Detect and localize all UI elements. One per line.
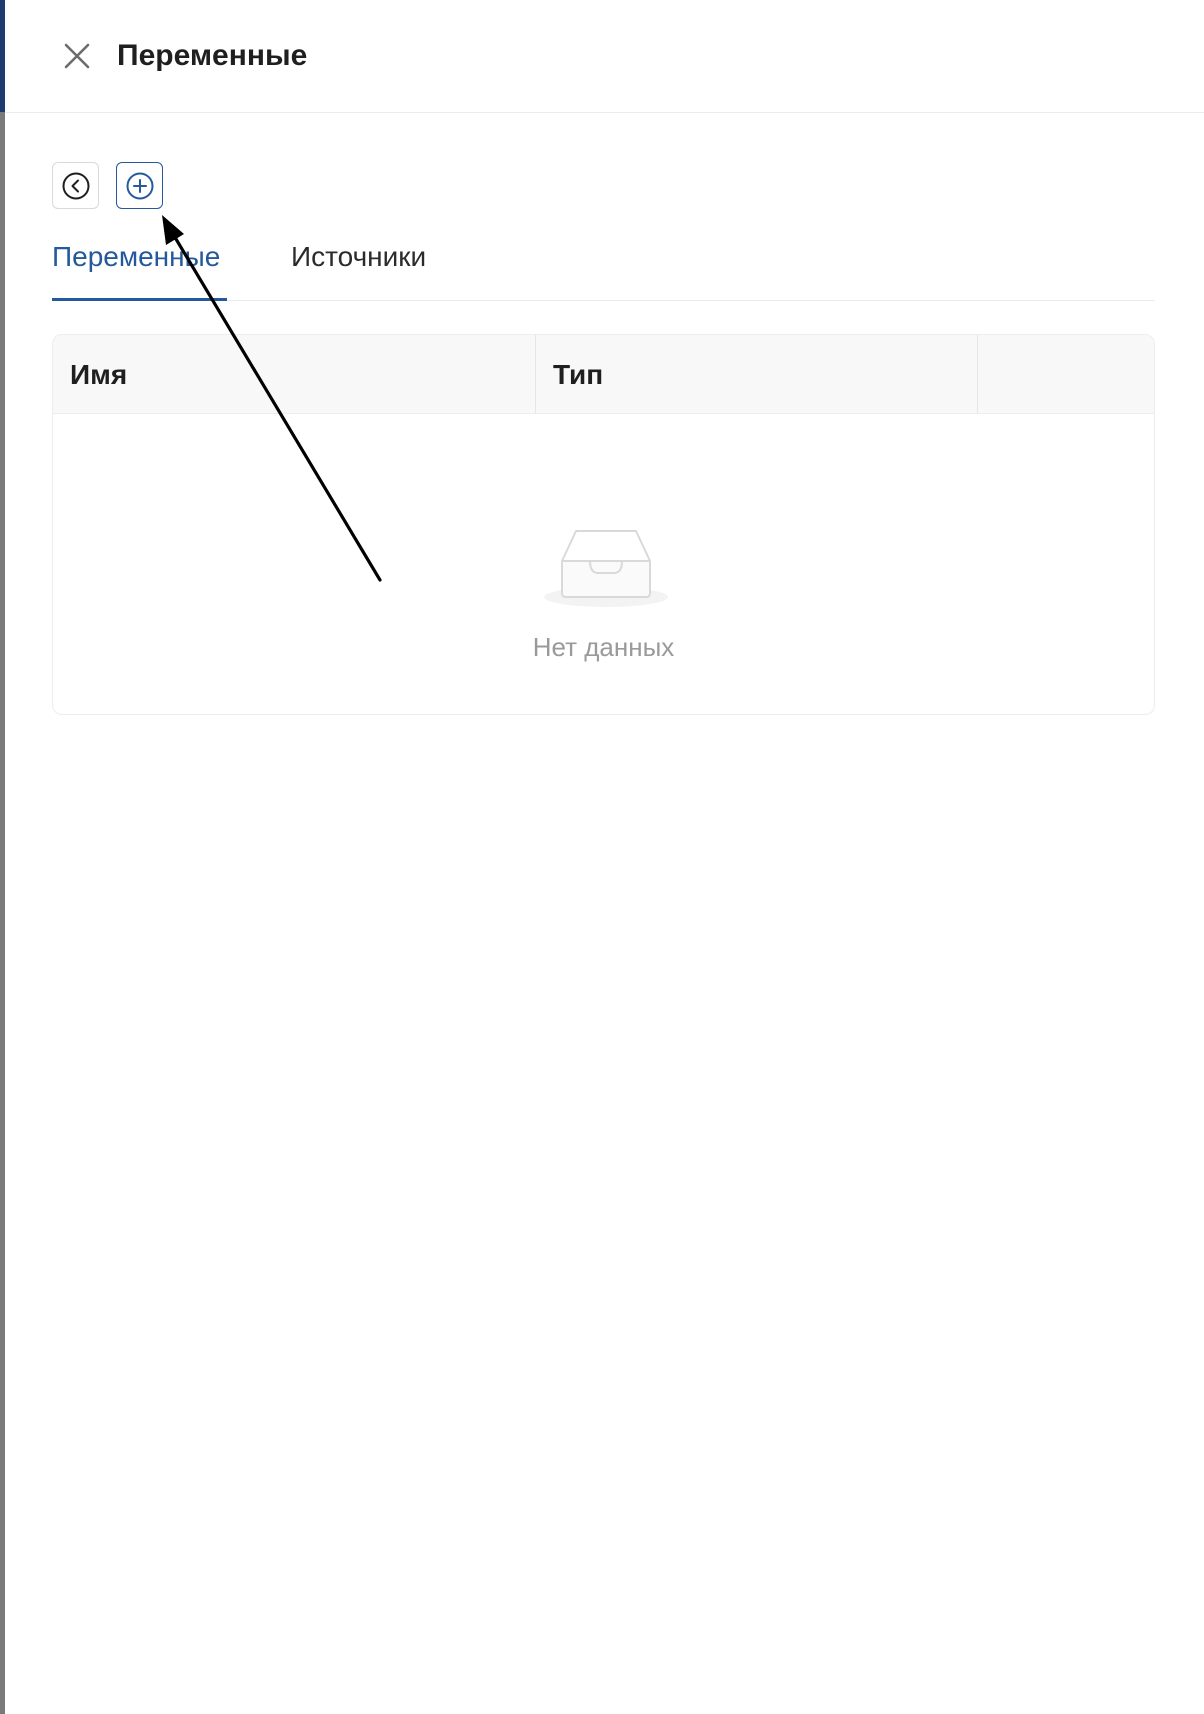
close-button[interactable] <box>57 36 97 76</box>
circle-plus-icon <box>126 172 153 199</box>
back-button[interactable] <box>52 162 99 209</box>
close-icon <box>64 43 90 69</box>
variables-table: Имя Тип Нет данных <box>52 334 1155 715</box>
circle-chevron-left-icon <box>62 172 89 199</box>
column-header-actions <box>978 335 1154 414</box>
empty-state: Нет данных <box>53 414 1154 714</box>
active-tab-indicator <box>52 298 227 301</box>
add-variable-button[interactable] <box>116 162 163 209</box>
tab-bar: Переменные Источники <box>52 226 1155 301</box>
variables-drawer: Переменные Переменные Источники Имя Тип <box>5 0 1204 1714</box>
column-header-name: Имя <box>53 335 536 414</box>
empty-inbox-icon <box>544 530 668 607</box>
drawer-header: Переменные <box>5 0 1204 113</box>
empty-text: Нет данных <box>532 632 675 662</box>
toolbar <box>52 162 163 209</box>
tab-variables[interactable]: Переменные <box>52 240 220 274</box>
column-header-type: Тип <box>536 335 978 414</box>
tab-sources[interactable]: Источники <box>291 240 426 274</box>
page-title: Переменные <box>117 39 308 72</box>
table-header: Имя Тип <box>53 335 1154 414</box>
